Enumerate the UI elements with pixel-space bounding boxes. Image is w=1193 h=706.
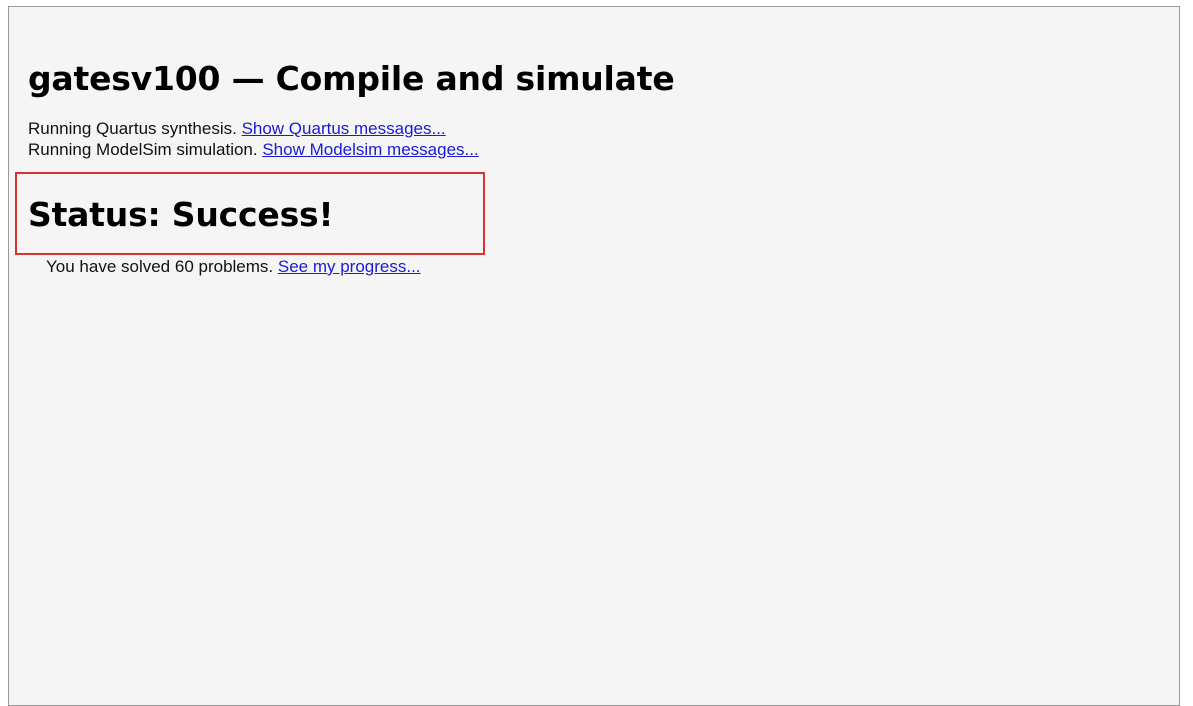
status-title: Status: Success! bbox=[28, 195, 334, 234]
solved-count-text: You have solved 60 problems. bbox=[46, 257, 278, 276]
modelsim-log-line: Running ModelSim simulation. Show Models… bbox=[28, 139, 479, 160]
quartus-status-text: Running Quartus synthesis. bbox=[28, 119, 242, 138]
status-highlight-box: Status: Success! bbox=[15, 172, 485, 255]
see-my-progress-link[interactable]: See my progress... bbox=[278, 257, 421, 276]
quartus-log-line: Running Quartus synthesis. Show Quartus … bbox=[28, 118, 446, 139]
show-quartus-messages-link[interactable]: Show Quartus messages... bbox=[242, 119, 446, 138]
modelsim-status-text: Running ModelSim simulation. bbox=[28, 140, 263, 159]
content-frame: gatesv100 — Compile and simulate Running… bbox=[8, 6, 1180, 706]
progress-line: You have solved 60 problems. See my prog… bbox=[46, 256, 421, 277]
page-title: gatesv100 — Compile and simulate bbox=[28, 59, 675, 98]
show-modelsim-messages-link[interactable]: Show Modelsim messages... bbox=[262, 140, 478, 159]
